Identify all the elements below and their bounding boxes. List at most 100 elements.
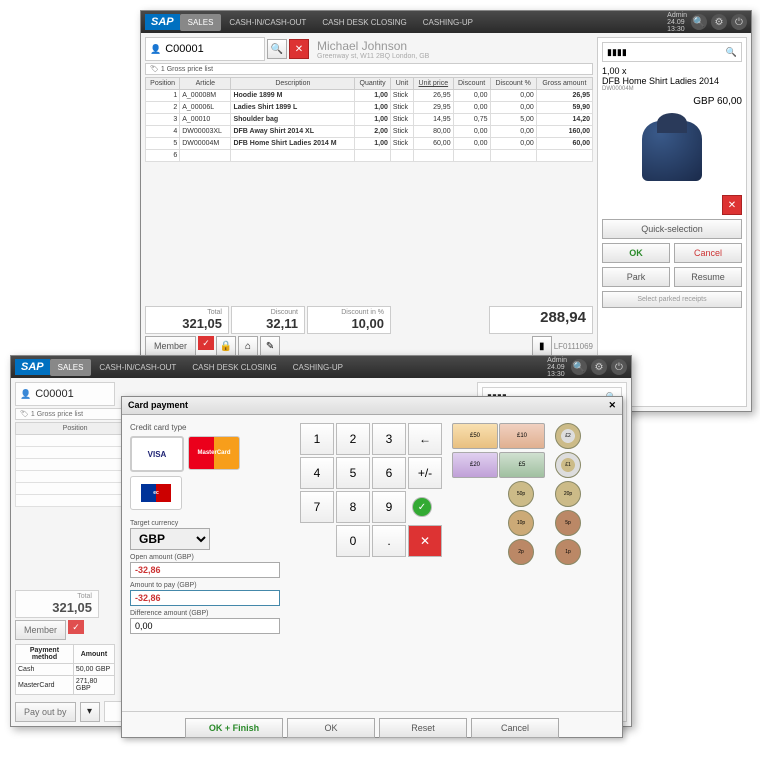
- barcode-small-icon[interactable]: ▮: [532, 336, 552, 356]
- tab-cash-desk-closing[interactable]: CASH DESK CLOSING: [314, 14, 414, 31]
- member-check-icon[interactable]: ✓: [198, 336, 214, 350]
- ok-finish-button[interactable]: OK + Finish: [185, 718, 283, 738]
- table-row[interactable]: 5DW00004MDFB Home Shirt Ladies 2014 M1,0…: [146, 138, 593, 150]
- modal-cancel-button[interactable]: Cancel: [471, 718, 559, 738]
- search-icon[interactable]: 🔍: [691, 14, 707, 30]
- note-5[interactable]: £5: [499, 452, 545, 478]
- tab-sales[interactable]: SALES: [180, 14, 222, 31]
- coin-2[interactable]: £2: [555, 423, 581, 449]
- close-icon[interactable]: ✕: [608, 400, 616, 411]
- cancel-button[interactable]: Cancel: [674, 243, 742, 263]
- modal-ok-button[interactable]: OK: [287, 718, 375, 738]
- resume-button[interactable]: Resume: [674, 267, 742, 287]
- mastercard-card[interactable]: MasterCard: [188, 436, 240, 470]
- coin-5p[interactable]: 5p: [555, 510, 581, 536]
- tab-cash-in-out[interactable]: CASH-IN/CASH-OUT: [91, 359, 184, 376]
- table-row[interactable]: 2A_00006LLadies Shirt 1899 L1,00Stick29,…: [146, 102, 593, 114]
- clear-preview-icon[interactable]: ✕: [722, 195, 742, 215]
- table-row[interactable]: 4DW00003XLDFB Away Shirt 2014 XL2,00Stic…: [146, 126, 593, 138]
- line-items-table: PositionArticleDescriptionQuantityUnitUn…: [145, 77, 593, 162]
- search-icon[interactable]: 🔍: [726, 47, 737, 58]
- customer-address: Greenway st, W11 2BQ London, GB: [317, 53, 429, 60]
- gear-icon[interactable]: ⚙: [711, 14, 727, 30]
- key-3[interactable]: 3: [372, 423, 406, 455]
- power-icon[interactable]: ⏻: [731, 14, 747, 30]
- table-row[interactable]: 6: [146, 150, 593, 162]
- card-payment-dialog: Card payment✕ Credit card type VISA Mast…: [121, 396, 623, 738]
- open-amount-input[interactable]: [130, 562, 280, 578]
- key-1[interactable]: 1: [300, 423, 334, 455]
- lock-icon[interactable]: 🔒: [216, 336, 236, 356]
- parked-receipts-button[interactable]: Select parked receipts: [602, 291, 742, 308]
- difference-label: Difference amount (GBP): [130, 610, 290, 617]
- sap-logo: SAP: [15, 359, 50, 375]
- note-10[interactable]: £10: [499, 423, 545, 449]
- tab-cash-desk-closing[interactable]: CASH DESK CLOSING: [184, 359, 284, 376]
- tag-icon: 🏷: [150, 65, 159, 73]
- key-2[interactable]: 2: [336, 423, 370, 455]
- tab-cashing-up[interactable]: CASHING-UP: [285, 359, 351, 376]
- cc-type-label: Credit card type: [130, 423, 290, 432]
- discount-pct-value: 10,00: [314, 316, 384, 331]
- customer-search-icon[interactable]: 🔍: [267, 39, 287, 59]
- open-amount-label: Open amount (GBP): [130, 554, 290, 561]
- lf-number: LF0111069: [554, 342, 593, 351]
- table-row[interactable]: 1A_00008MHoodie 1899 M1,00Stick26,950,00…: [146, 90, 593, 102]
- visa-card[interactable]: VISA: [130, 436, 184, 472]
- tab-cash-in-out[interactable]: CASH-IN/CASH-OUT: [221, 14, 314, 31]
- target-currency-select[interactable]: GBP: [130, 528, 210, 550]
- coin-1[interactable]: £1: [555, 452, 581, 478]
- customer-code-box[interactable]: 👤 C00001: [145, 37, 265, 61]
- key-dot[interactable]: .: [372, 525, 406, 557]
- customer-clear-icon[interactable]: ✕: [289, 39, 309, 59]
- coin-2p[interactable]: 2p: [508, 539, 534, 565]
- ec-card[interactable]: ec: [130, 476, 182, 510]
- coin-50p[interactable]: 50p: [508, 481, 534, 507]
- topbar: SAP SALES CASH-IN/CASH-OUT CASH DESK CLO…: [141, 11, 751, 33]
- key-6[interactable]: 6: [372, 457, 406, 489]
- search-icon[interactable]: 🔍: [571, 359, 587, 375]
- key-plusminus[interactable]: +/-: [408, 457, 442, 489]
- gear-icon[interactable]: ⚙: [591, 359, 607, 375]
- coin-20p[interactable]: 20p: [555, 481, 581, 507]
- key-5[interactable]: 5: [336, 457, 370, 489]
- reset-button[interactable]: Reset: [379, 718, 467, 738]
- park-button[interactable]: Park: [602, 267, 670, 287]
- sap-logo: SAP: [145, 14, 180, 30]
- price-list[interactable]: 🏷1 Gross price list: [145, 63, 593, 75]
- home-icon[interactable]: ⌂: [238, 336, 258, 356]
- difference-input[interactable]: [130, 618, 280, 634]
- key-8[interactable]: 8: [336, 491, 370, 523]
- preview-qty: 1,00 x: [602, 66, 742, 76]
- quick-selection-button[interactable]: Quick-selection: [602, 219, 742, 239]
- note-50[interactable]: £50: [452, 423, 498, 449]
- numeric-keypad: 1 2 3 ← 4 5 6 +/- 7 8 9 ✓ 0 . ✕: [300, 423, 442, 557]
- coin-10p[interactable]: 10p: [508, 510, 534, 536]
- customer-code: C00001: [165, 43, 204, 55]
- preview-name: DFB Home Shirt Ladies 2014: [602, 76, 742, 86]
- tab-cashing-up[interactable]: CASHING-UP: [415, 14, 481, 31]
- key-9[interactable]: 9: [372, 491, 406, 523]
- pay-out-by-button[interactable]: Pay out by: [15, 702, 76, 722]
- key-confirm[interactable]: ✓: [412, 497, 432, 517]
- note-20[interactable]: £20: [452, 452, 498, 478]
- topbar: SAP SALES CASH-IN/CASH-OUT CASH DESK CLO…: [11, 356, 631, 378]
- barcode-icon: ▮▮▮▮: [607, 47, 627, 58]
- key-4[interactable]: 4: [300, 457, 334, 489]
- pos-window-back: SAP SALES CASH-IN/CASH-OUT CASH DESK CLO…: [140, 10, 752, 412]
- total-value: 321,05: [152, 316, 222, 331]
- coin-1p[interactable]: 1p: [555, 539, 581, 565]
- member-button[interactable]: Member: [145, 336, 196, 356]
- table-row[interactable]: 3A_00010Shoulder bag1,00Stick14,950,755,…: [146, 114, 593, 126]
- key-clear[interactable]: ✕: [408, 525, 442, 557]
- barcode-input[interactable]: ▮▮▮▮ 🔍: [602, 42, 742, 62]
- cash-denominations: £50 £10 £2 £20 £5 £1 50p 20p 10p 5p 2p 1…: [452, 423, 590, 565]
- key-7[interactable]: 7: [300, 491, 334, 523]
- note-icon[interactable]: ✎: [260, 336, 280, 356]
- ok-button[interactable]: OK: [602, 243, 670, 263]
- power-icon[interactable]: ⏻: [611, 359, 627, 375]
- tab-sales[interactable]: SALES: [50, 359, 92, 376]
- key-0[interactable]: 0: [336, 525, 370, 557]
- key-backspace[interactable]: ←: [408, 423, 442, 455]
- amount-to-pay-input[interactable]: [130, 590, 280, 606]
